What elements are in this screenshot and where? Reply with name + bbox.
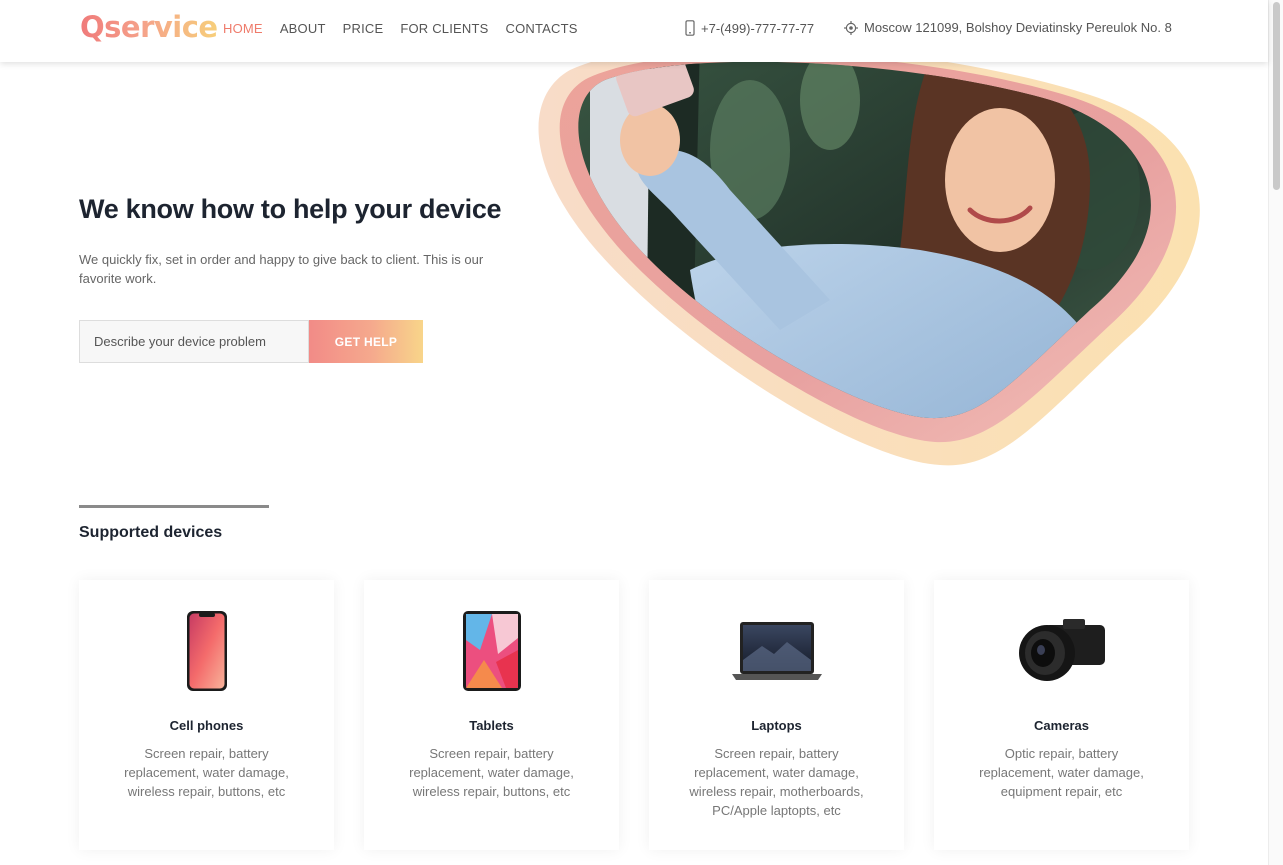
nav-home[interactable]: HOME [223,21,263,36]
device-name: Cell phones [169,718,244,733]
device-description: Optic repair, battery replacement, water… [979,746,1144,799]
device-card-cameras[interactable]: Cameras Optic repair, battery replacemen… [934,580,1189,850]
header-phone[interactable]: +7-(499)-777-77-77 [685,20,814,36]
address-text: Moscow 121099, Bolshoy Deviatinsky Pereu… [864,20,1172,35]
laptop-image [649,608,904,694]
device-card-laptops[interactable]: Laptops Screen repair, battery replaceme… [649,580,904,850]
device-card-cell-phones[interactable]: Cell phones Screen repair, battery repla… [79,580,334,850]
phone-number: +7-(499)-777-77-77 [701,20,815,36]
nav-for-clients[interactable]: FOR CLIENTS [400,21,488,36]
phone-icon [685,20,695,36]
logo[interactable]: Qservice [80,10,218,44]
device-name: Laptops [751,718,802,733]
nav-price[interactable]: PRICE [343,21,384,36]
scrollbar[interactable] [1268,0,1283,865]
device-problem-input[interactable] [79,320,309,363]
device-description: Screen repair, battery replacement, wate… [124,746,289,799]
tablet-image [364,608,619,694]
device-description: Screen repair, battery replacement, wate… [689,746,864,818]
get-help-button[interactable]: GET HELP [309,320,423,363]
scrollbar-thumb[interactable] [1273,2,1280,190]
device-card-tablets[interactable]: Tablets Screen repair, battery replaceme… [364,580,619,850]
device-name: Cameras [1034,718,1089,733]
main-nav: HOME ABOUT PRICE FOR CLIENTS CONTACTS [223,21,595,36]
device-cards: Cell phones Screen repair, battery repla… [79,580,1189,850]
site-header: Qservice HOME ABOUT PRICE FOR CLIENTS CO… [0,0,1268,62]
hero-description: We quickly fix, set in order and happy t… [79,252,484,286]
page: Qservice HOME ABOUT PRICE FOR CLIENTS CO… [0,0,1283,865]
section-divider [79,505,269,508]
nav-about[interactable]: ABOUT [280,21,326,36]
header-address[interactable]: Moscow 121099, Bolshoy Deviatinsky Pereu… [844,20,1172,35]
device-name: Tablets [469,718,514,733]
device-description: Screen repair, battery replacement, wate… [409,746,574,799]
camera-image [934,608,1189,694]
nav-contacts[interactable]: CONTACTS [506,21,578,36]
cell-phone-image [79,608,334,694]
hero-title: We know how to help your device [79,194,502,224]
section-title: Supported devices [79,524,223,541]
location-icon [844,20,858,35]
help-form: GET HELP [79,320,423,363]
hero-image [538,44,1200,466]
